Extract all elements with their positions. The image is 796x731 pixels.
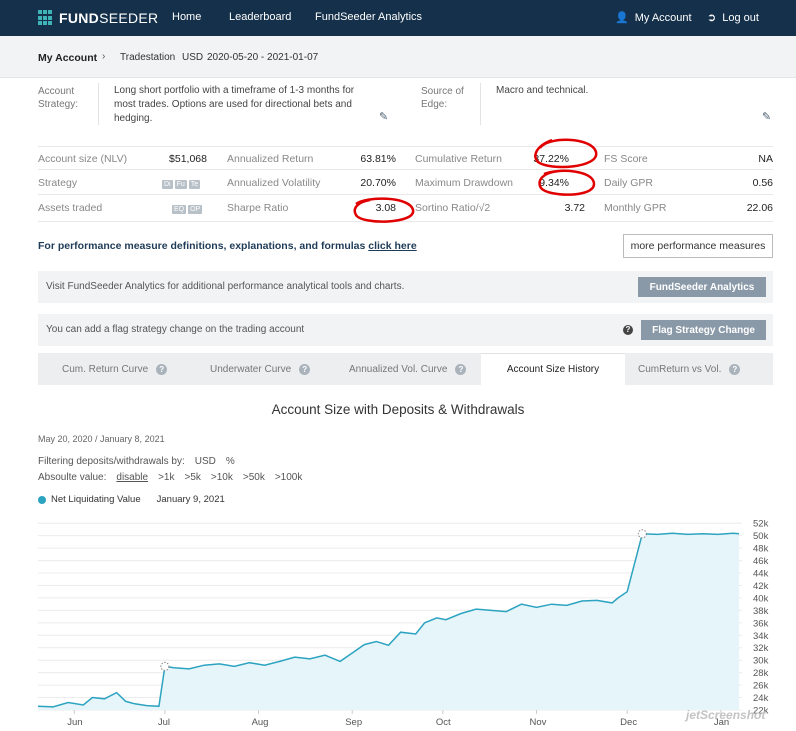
- chart-date-range: May 20, 2020 / January 8, 2021: [38, 434, 165, 444]
- y-tick-label: 32k: [753, 643, 769, 654]
- x-tick-label: Sep: [345, 717, 362, 728]
- help-icon[interactable]: ?: [156, 363, 168, 375]
- tab-underwater-curve[interactable]: Underwater Curve?: [210, 353, 311, 385]
- help-icon[interactable]: ?: [623, 325, 633, 335]
- performance-note: For performance measure definitions, exp…: [38, 240, 417, 252]
- filter-row: Filtering deposits/withdrawals by: USD%: [38, 456, 245, 467]
- highlight-circle: [534, 138, 598, 169]
- highlight-annotations: [353, 138, 598, 223]
- x-tick-label: Nov: [530, 717, 547, 728]
- tab-account-size-history[interactable]: Account Size History: [481, 353, 625, 385]
- abs-option-50k[interactable]: >50k: [243, 472, 265, 483]
- filter-label: Filtering deposits/withdrawals by:: [38, 456, 185, 467]
- highlight-circle: [353, 197, 415, 223]
- abs-option-10k[interactable]: >10k: [211, 472, 233, 483]
- highlight-circle: [538, 169, 596, 196]
- y-tick-label: 38k: [753, 606, 769, 617]
- legend-dot: [38, 495, 46, 504]
- watermark-text: jetScreenshot: [686, 708, 766, 722]
- abs-option-disable[interactable]: disable: [116, 472, 148, 483]
- y-tick-label: 52k: [753, 519, 769, 530]
- x-tick-label: Jun: [67, 717, 82, 728]
- deposit-marker: [637, 529, 647, 539]
- y-tick-label: 44k: [753, 569, 769, 580]
- x-tick-label: Dec: [620, 717, 637, 728]
- flag-strategy-change-button[interactable]: Flag Strategy Change: [641, 320, 766, 340]
- y-tick-label: 50k: [753, 531, 769, 542]
- legend-series-name: Net Liquidating Value: [51, 494, 141, 505]
- y-tick-label: 30k: [753, 656, 769, 667]
- abs-option-1k[interactable]: >1k: [158, 472, 174, 483]
- fundseeder-analytics-button[interactable]: FundSeeder Analytics: [638, 277, 766, 297]
- abs-option-5k[interactable]: >5k: [185, 472, 201, 483]
- help-icon[interactable]: ?: [299, 363, 311, 375]
- account-size-chart[interactable]: 22k24k26k28k30k32k34k36k38k40k42k44k46k4…: [0, 512, 796, 731]
- more-performance-measures-button[interactable]: more performance measures: [623, 234, 773, 258]
- x-tick-label: Aug: [252, 717, 269, 728]
- y-tick-label: 46k: [753, 556, 769, 567]
- analytics-bar: Visit FundSeeder Analytics for additiona…: [38, 271, 773, 303]
- absolute-value-row: Absoulte value: disable >1k >5k >10k >50k >100…: [38, 472, 312, 483]
- tab-cumreturn-vs-vol[interactable]: CumReturn vs Vol.?: [638, 353, 741, 385]
- flag-message: You can add a flag strategy change on th…: [46, 324, 305, 335]
- y-tick-label: 24k: [753, 693, 769, 704]
- help-icon[interactable]: ?: [455, 363, 467, 375]
- absolute-value-label: Absoulte value:: [38, 472, 107, 483]
- filter-percent[interactable]: %: [226, 456, 235, 467]
- abs-option-100k[interactable]: >100k: [275, 472, 303, 483]
- chart-title: Account Size with Deposits & Withdrawals: [271, 402, 525, 417]
- help-icon[interactable]: ?: [729, 363, 741, 375]
- y-tick-label: 36k: [753, 618, 769, 629]
- chart-area-fill: [38, 533, 739, 710]
- chart-legend[interactable]: Net Liquidating Value January 9, 2021: [38, 494, 225, 505]
- chart-tabs: Cum. Return Curve? Underwater Curve? Ann…: [38, 353, 773, 385]
- filter-usd[interactable]: USD: [195, 456, 216, 467]
- legend-date: January 9, 2021: [156, 494, 225, 505]
- y-tick-label: 26k: [753, 681, 769, 692]
- deposit-marker: [160, 661, 170, 671]
- tab-annualized-vol-curve[interactable]: Annualized Vol. Curve?: [349, 353, 467, 385]
- click-here-link[interactable]: click here: [368, 240, 416, 252]
- y-tick-label: 34k: [753, 631, 769, 642]
- y-tick-label: 42k: [753, 581, 769, 592]
- x-tick-label: Oct: [436, 717, 451, 728]
- x-tick-label: Jul: [158, 717, 170, 728]
- flag-strategy-bar: You can add a flag strategy change on th…: [38, 314, 773, 346]
- analytics-message: Visit FundSeeder Analytics for additiona…: [46, 281, 405, 292]
- y-tick-label: 40k: [753, 593, 769, 604]
- tab-cum-return-curve[interactable]: Cum. Return Curve?: [62, 353, 168, 385]
- y-tick-label: 48k: [753, 544, 769, 555]
- y-tick-label: 28k: [753, 668, 769, 679]
